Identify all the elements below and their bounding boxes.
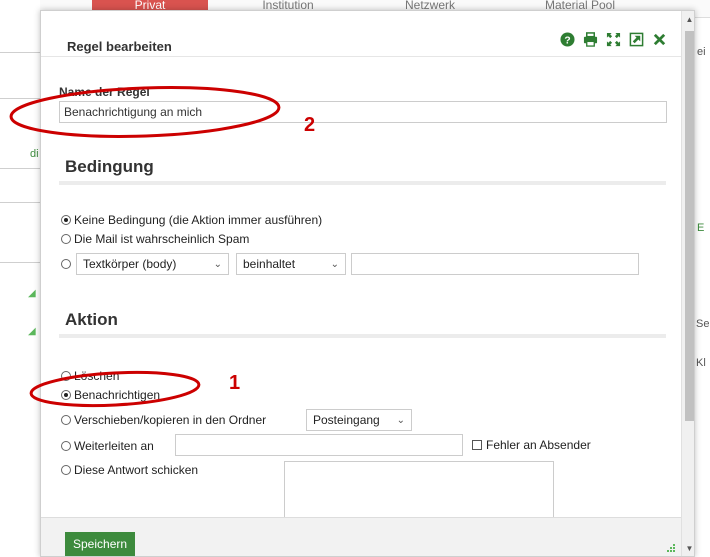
radio-button[interactable] (61, 465, 71, 475)
scroll-down-icon[interactable]: ▼ (682, 542, 694, 556)
scroll-thumb[interactable] (685, 31, 694, 421)
condition-field-select[interactable]: Textkörper (body) ⌄ (76, 253, 229, 275)
radio-label: Benachrichtigen (74, 388, 161, 402)
background-fragment: Kl (696, 357, 706, 369)
action-option-reply[interactable]: Diese Antwort schicken (61, 462, 198, 478)
help-icon[interactable]: ? (560, 32, 575, 47)
print-icon[interactable] (583, 32, 598, 47)
radio-label: Keine Bedingung (die Aktion immer ausfüh… (74, 213, 323, 227)
radio-label: Verschieben/kopieren in den Ordner (74, 413, 267, 427)
radio-label: Weiterleiten an (74, 439, 154, 453)
radio-button[interactable] (61, 215, 71, 225)
condition-operator-select[interactable]: beinhaltet ⌄ (236, 253, 346, 275)
fullscreen-icon[interactable] (606, 32, 621, 47)
dialog-footer: Speichern (41, 517, 681, 556)
chevron-down-icon: ⌄ (330, 258, 339, 270)
condition-heading: Bedingung (65, 157, 154, 176)
dialog-content: Name der Regel Bedingung Keine Bedingung… (41, 57, 681, 531)
dialog-scrollbar[interactable]: ▲ ▼ (681, 11, 694, 556)
action-heading: Aktion (65, 310, 118, 329)
action-option-forward[interactable]: Weiterleiten an (61, 438, 154, 454)
annotation-number-2: 2 (304, 114, 316, 136)
radio-label: Die Mail ist wahrscheinlich Spam (74, 232, 250, 246)
radio-button[interactable] (61, 390, 71, 400)
select-value: Posteingang (313, 413, 380, 427)
action-option-notify[interactable]: Benachrichtigen (61, 387, 160, 403)
condition-option-field[interactable] (61, 256, 74, 272)
radio-button[interactable] (61, 259, 71, 269)
annotation-number-1: 1 (229, 372, 241, 394)
checkbox[interactable] (472, 440, 482, 450)
edit-rule-dialog: Regel bearbeiten ? Name der Regel Beding… (40, 10, 695, 557)
radio-button[interactable] (61, 371, 71, 381)
condition-option-spam[interactable]: Die Mail ist wahrscheinlich Spam (61, 231, 249, 247)
background-divider (0, 168, 40, 169)
popout-icon[interactable] (629, 32, 644, 47)
condition-option-none[interactable]: Keine Bedingung (die Aktion immer ausfüh… (61, 212, 322, 228)
radio-label: Diese Antwort schicken (74, 463, 199, 477)
background-fragment: Se (696, 318, 710, 330)
scroll-up-icon[interactable]: ▲ (682, 13, 694, 27)
select-value: Textkörper (body) (83, 257, 177, 271)
background-fragment: E (697, 222, 705, 234)
checkbox-label: Fehler an Absender (486, 438, 591, 452)
error-to-sender-option[interactable]: Fehler an Absender (472, 438, 591, 452)
background-divider (0, 202, 40, 203)
close-icon[interactable] (652, 32, 667, 47)
dialog-title: Regel bearbeiten (67, 39, 172, 54)
rule-name-label: Name der Regel (59, 85, 150, 99)
select-value: beinhaltet (243, 257, 296, 271)
chevron-down-icon: ⌄ (213, 258, 222, 270)
background-green-icon: ◢ (28, 326, 36, 337)
dialog-titlebar: Regel bearbeiten ? (41, 11, 681, 57)
action-option-delete[interactable]: Löschen (61, 368, 119, 384)
dialog-toolbar: ? (560, 32, 667, 47)
condition-value-input[interactable] (351, 253, 639, 275)
resize-grip-icon[interactable] (665, 542, 675, 552)
forward-address-input[interactable] (175, 434, 463, 456)
target-folder-select[interactable]: Posteingang ⌄ (306, 409, 412, 431)
background-divider (0, 262, 40, 263)
rule-name-input[interactable] (59, 101, 667, 123)
background-divider (0, 52, 40, 53)
radio-button[interactable] (61, 415, 71, 425)
action-option-move[interactable]: Verschieben/kopieren in den Ordner (61, 412, 266, 428)
background-fragment: di (30, 148, 39, 160)
background-divider (0, 98, 40, 99)
section-divider (59, 181, 666, 185)
radio-button[interactable] (61, 234, 71, 244)
chevron-down-icon: ⌄ (396, 414, 405, 426)
radio-button[interactable] (61, 441, 71, 451)
background-green-icon: ◢ (28, 288, 36, 299)
section-divider (59, 334, 666, 338)
save-button[interactable]: Speichern (65, 532, 136, 556)
radio-label: Löschen (74, 369, 120, 383)
svg-text:?: ? (564, 35, 570, 46)
background-fragment: ei (697, 46, 706, 58)
